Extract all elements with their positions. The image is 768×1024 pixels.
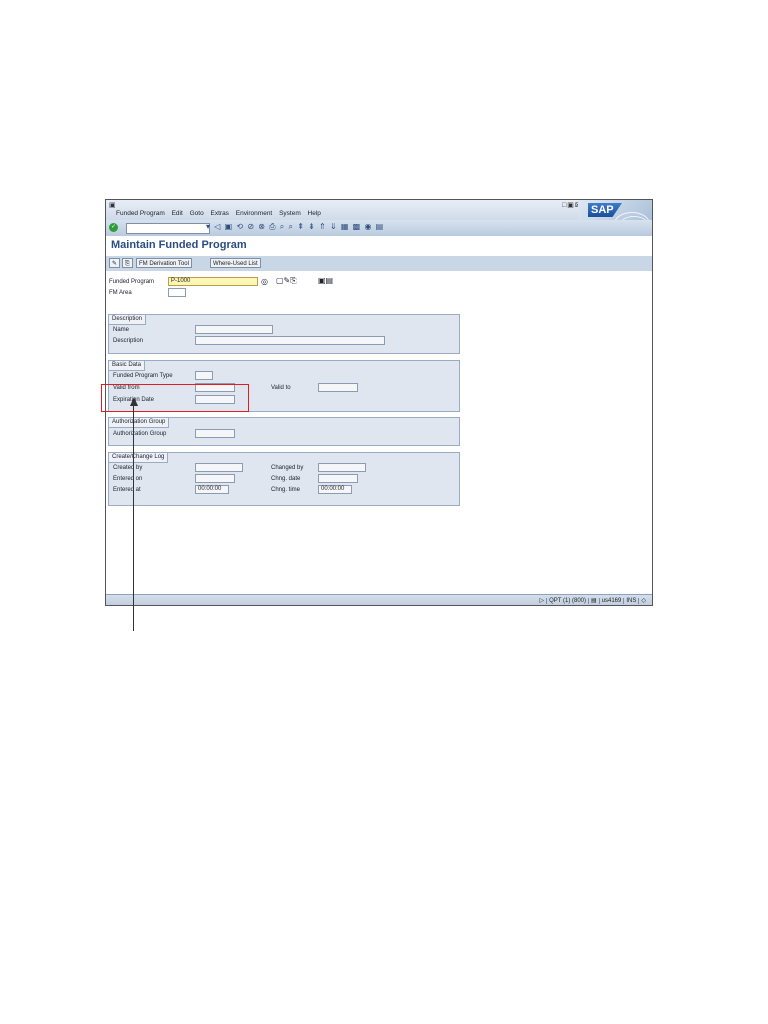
application-toolbar: ✎ ⎘ FM Derivation Tool Where-Used List [106, 256, 652, 272]
funded-program-type-label: Funded Program Type [113, 373, 173, 379]
change-log-group: Create/Change Log Created by Changed by … [108, 452, 460, 506]
changed-by-input[interactable] [318, 463, 366, 472]
page-title: Maintain Funded Program [111, 239, 247, 251]
callout-arrow-line [133, 405, 134, 631]
fm-area-input[interactable] [168, 288, 186, 297]
menu-help[interactable]: Help [308, 210, 321, 217]
status-lock-icon[interactable]: ◇ [638, 598, 648, 604]
status-system: QPT (1) (800) [546, 598, 588, 604]
edit-icons[interactable]: ▢✎⎘ [276, 276, 297, 286]
entered-at-label: Entered at [113, 487, 141, 493]
menu-environment[interactable]: Environment [236, 210, 273, 217]
where-used-list-label: Where-Used List [213, 261, 258, 267]
changed-by-label: Changed by [271, 465, 304, 471]
funded-program-type-input[interactable] [195, 371, 213, 380]
create-icon[interactable]: ⎘ [122, 258, 133, 268]
menu-system[interactable]: System [279, 210, 301, 217]
fm-area-label: FM Area [109, 290, 132, 296]
menu-bar: ▣ Funded Program Edit Goto Extras Enviro… [106, 200, 652, 220]
name-label: Name [113, 327, 130, 333]
chng-date-label: Chng. date [271, 476, 301, 482]
title-bar: Maintain Funded Program [106, 236, 652, 257]
valid-to-input[interactable] [318, 383, 358, 392]
description-group: Description Name Description [108, 314, 460, 354]
menu-edit[interactable]: Edit [172, 210, 183, 217]
command-field[interactable] [126, 223, 210, 234]
status-server-icon[interactable]: ▤ [588, 598, 599, 604]
chng-time-label: Chng. time [271, 487, 301, 493]
authorization-group-input[interactable] [195, 429, 235, 438]
status-bar: ▷ QPT (1) (800) ▤ us4169 INS ◇ [106, 594, 652, 605]
status-server: us4169 [598, 598, 624, 604]
menu-extras[interactable]: Extras [211, 210, 229, 217]
standard-toolbar: ✓ ▾ ◁ ▣ ⟲ ⊘ ⊗ ⎙ ⌕ ⌕ ⇞ ⇟ ⇑ ⇓ ▦ ▩ ◉ ▤ [106, 220, 652, 237]
authorization-group-title: Authorization Group [109, 418, 170, 428]
menu-funded-program[interactable]: Funded Program [116, 210, 165, 217]
main-content: Funded Program P-1000 ◎ ▢✎⎘ ▣▤ FM Area D… [106, 271, 652, 594]
menu-items: Funded Program Edit Goto Extras Environm… [116, 210, 326, 217]
matchcode-icon[interactable]: ◎ [261, 277, 268, 286]
authorization-group-label: Authorization Group [113, 431, 167, 437]
status-expand-icon[interactable]: ▷ [537, 598, 546, 604]
chng-time-input[interactable]: 00:00:00 [318, 485, 352, 494]
copy-delete-icons[interactable]: ▣▤ [318, 276, 333, 285]
description-group-title: Description [109, 315, 147, 325]
system-menu-icon[interactable]: ▣ [109, 201, 116, 209]
description-label: Description [113, 338, 144, 344]
toolbar-icons[interactable]: ▾ ◁ ▣ ⟲ ⊘ ⊗ ⎙ ⌕ ⌕ ⇞ ⇟ ⇑ ⇓ ▦ ▩ ◉ ▤ [206, 222, 384, 232]
name-input[interactable] [195, 325, 273, 334]
status-segments: ▷ QPT (1) (800) ▤ us4169 INS ◇ [537, 597, 648, 604]
change-log-group-title: Create/Change Log [109, 453, 169, 463]
check-icon[interactable]: ✓ [109, 223, 118, 232]
valid-to-label: Valid to [271, 385, 291, 391]
entered-at-input[interactable]: 00:00:00 [195, 485, 229, 494]
funded-program-label: Funded Program [109, 279, 155, 285]
menu-goto[interactable]: Goto [190, 210, 204, 217]
expiration-date-highlight [101, 384, 249, 412]
fm-derivation-tool-label: FM Derivation Tool [139, 261, 189, 267]
callout-arrow-head [130, 397, 138, 406]
created-by-input[interactable] [195, 463, 243, 472]
funded-program-input[interactable]: P-1000 [168, 277, 258, 286]
basic-data-group-title: Basic Data [109, 361, 146, 371]
entered-on-label: Entered on [113, 476, 143, 482]
entered-on-input[interactable] [195, 474, 235, 483]
created-by-label: Created by [113, 465, 143, 471]
authorization-group-box: Authorization Group Authorization Group [108, 417, 460, 446]
status-mode: INS [623, 598, 639, 604]
fm-derivation-tool-button[interactable]: FM Derivation Tool [136, 258, 192, 268]
display-change-icon[interactable]: ✎ [109, 258, 120, 268]
sap-logo-badge: SAP [588, 203, 622, 217]
description-input[interactable] [195, 336, 385, 345]
chng-date-input[interactable] [318, 474, 358, 483]
where-used-list-button[interactable]: Where-Used List [210, 258, 261, 268]
